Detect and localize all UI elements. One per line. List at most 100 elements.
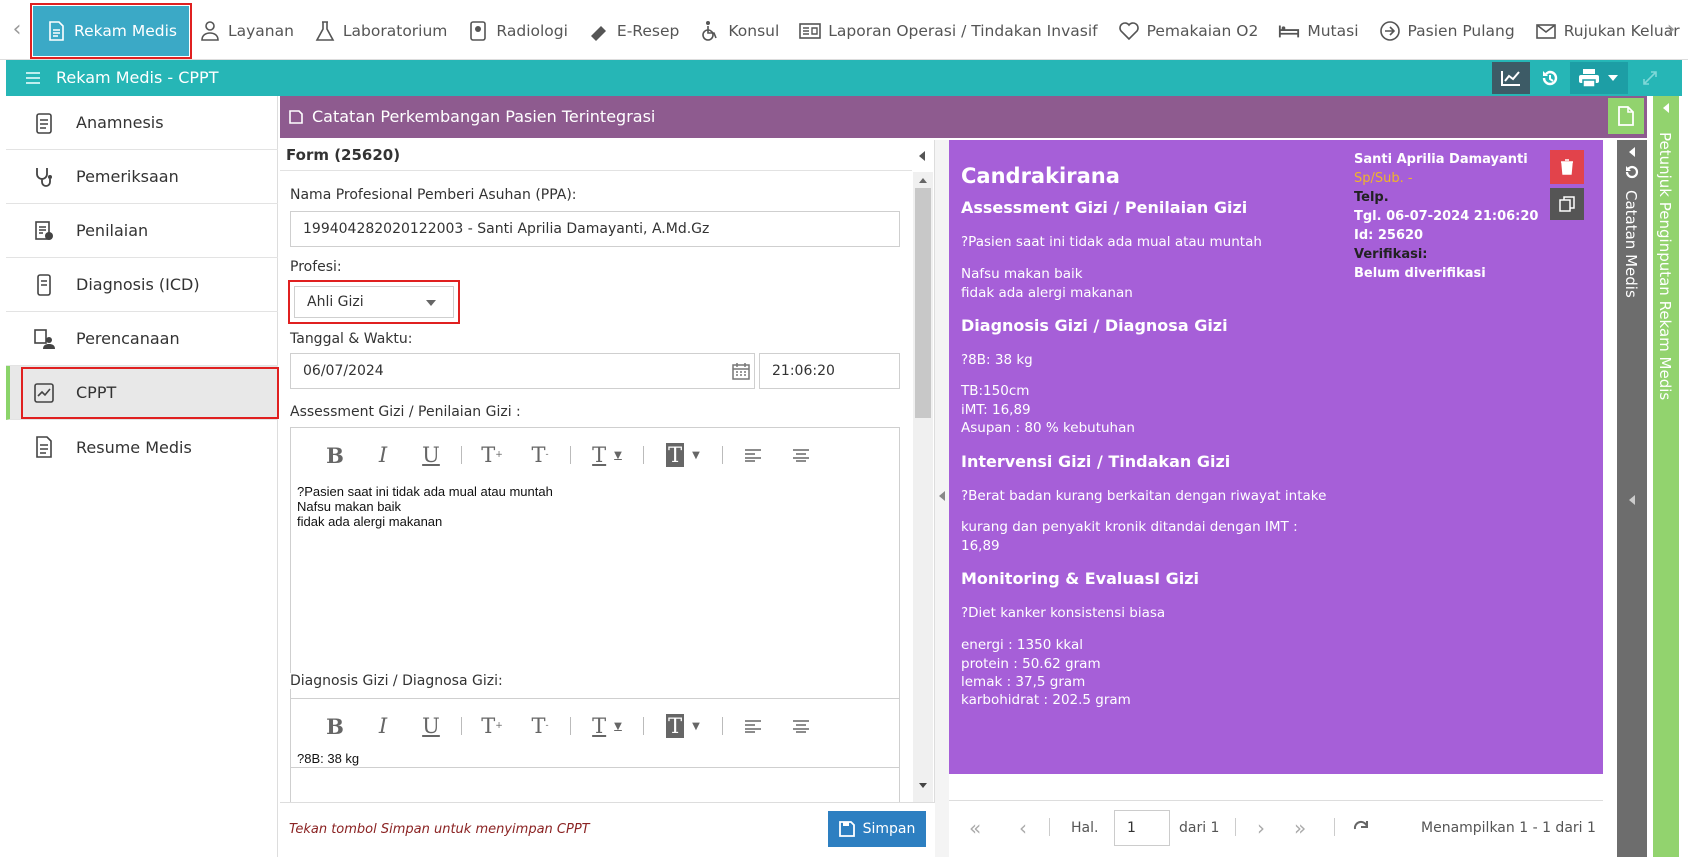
module-title-bar: Rekam Medis - CPPT [6, 60, 1682, 96]
history-icon [1625, 165, 1639, 179]
sidebar-item-penilaian[interactable]: Penilaian [6, 204, 278, 258]
section-title: Monitoring & EvaluasI Gizi [961, 569, 1200, 588]
panel-splitter[interactable] [935, 140, 949, 857]
copy-button[interactable] [1550, 188, 1584, 220]
catatan-medis-label: Catatan Medis [1622, 190, 1640, 298]
save-button[interactable]: Simpan [828, 811, 926, 847]
font-color-icon[interactable]: T ▼ [577, 713, 637, 739]
scrollbar-thumb[interactable] [915, 188, 931, 418]
section-line: 16,89 [961, 538, 1000, 554]
stethoscope-icon [36, 167, 52, 187]
nav-laporan-operasi[interactable]: Laporan Operasi / Tindakan Invasif [789, 6, 1107, 56]
form-scrollbar[interactable] [913, 172, 933, 812]
petunjuk-panel[interactable]: Petunjuk Penginputan Rekam Medis [1653, 96, 1679, 857]
nav-rekam-medis[interactable]: Rekam Medis [30, 3, 192, 59]
nav-layanan[interactable]: Layanan [189, 6, 304, 56]
italic-icon[interactable]: I [359, 713, 407, 739]
cppt-preview: Candrakirana Santi Aprilia Damayanti Sp/… [949, 140, 1603, 774]
specialty: Sp/Sub. - [1354, 171, 1413, 186]
background-color-icon[interactable]: T ▼ [650, 713, 716, 739]
subscript-icon[interactable]: T- [516, 713, 564, 739]
date-input[interactable]: 06/07/2024 [290, 353, 755, 389]
new-document-button[interactable] [1608, 98, 1644, 134]
chevron-down-icon [426, 300, 436, 306]
heart-icon [1118, 20, 1140, 42]
nav-radiologi[interactable]: Radiologi [457, 6, 578, 56]
page-input[interactable]: 1 [1114, 810, 1170, 846]
cppt-title: Catatan Perkembangan Pasien Terintegrasi [312, 107, 656, 126]
sidebar-item-cppt[interactable]: CPPT [6, 366, 279, 420]
bed-icon [1278, 20, 1300, 42]
form-footer: Tekan tombol Simpan untuk menyimpan CPPT… [280, 802, 935, 857]
scroll-right-icon[interactable]: › [1662, 14, 1680, 44]
italic-icon[interactable]: I [359, 442, 407, 468]
toolbar-separator [461, 717, 462, 735]
nav-pemakaian-o2[interactable]: Pemakaian O2 [1108, 6, 1269, 56]
scroll-left-icon[interactable]: ‹ [8, 14, 26, 44]
cppt-icon [34, 382, 54, 403]
background-color-icon[interactable]: T ▼ [650, 442, 716, 468]
nav-pasien-pulang[interactable]: Pasien Pulang [1369, 6, 1525, 56]
editor-toolbar: B I U T + T- T ▼ T ▼ [311, 442, 825, 468]
line-chart-icon [1501, 71, 1520, 86]
trash-icon [1561, 159, 1573, 175]
underline-icon[interactable]: U [407, 713, 455, 739]
sidebar-item-anamnesis[interactable]: Anamnesis [6, 96, 278, 150]
first-page-icon[interactable]: « [969, 816, 981, 840]
align-left-icon[interactable] [729, 713, 777, 739]
last-page-icon[interactable]: » [1294, 816, 1306, 840]
expand-button[interactable] [1634, 62, 1666, 94]
diagnosis-editor[interactable]: B I U T+ T- T▼ T▼ ?8B: 38 kg TB:150cm [290, 698, 900, 768]
profesi-select[interactable]: Ahli Gizi [294, 286, 454, 318]
scroll-up-icon[interactable] [918, 176, 928, 184]
print-button[interactable] [1570, 62, 1628, 94]
ppa-field[interactable]: 199404282020122003 - Santi Aprilia Damay… [290, 211, 900, 247]
font-color-icon[interactable]: T ▼ [577, 442, 637, 468]
nav-e-resep[interactable]: E-Resep [578, 6, 689, 56]
catatan-medis-panel[interactable]: Catatan Medis [1617, 140, 1647, 857]
history-button[interactable] [1534, 62, 1566, 94]
menu-icon[interactable] [24, 69, 42, 87]
collapse-left-icon[interactable] [1628, 494, 1636, 506]
superscript-icon[interactable]: T + [468, 442, 516, 468]
align-center-icon[interactable] [777, 442, 825, 468]
delete-button[interactable] [1550, 150, 1584, 184]
nav-mutasi[interactable]: Mutasi [1268, 6, 1368, 56]
bold-icon[interactable]: B [311, 713, 359, 739]
sidebar-item-pemeriksaan[interactable]: Pemeriksaan [6, 150, 278, 204]
scroll-down-icon[interactable] [918, 782, 928, 790]
time-input[interactable]: 21:06:20 [759, 353, 900, 389]
collapse-left-icon[interactable] [1661, 102, 1671, 114]
module-title: Rekam Medis - CPPT [56, 68, 219, 87]
highlight-frame [21, 367, 279, 419]
calendar-icon[interactable] [732, 362, 750, 380]
report-icon [799, 20, 822, 42]
align-left-icon[interactable] [729, 442, 777, 468]
save-icon [838, 821, 855, 837]
collapse-left-icon[interactable] [938, 490, 946, 502]
nav-laboratorium[interactable]: Laboratorium [304, 6, 458, 56]
record-id: Id: 25620 [1354, 228, 1424, 243]
editor-toolbar: B I U T + T- T ▼ T ▼ [311, 713, 825, 739]
collapse-left-icon[interactable] [1627, 146, 1637, 158]
bold-icon[interactable]: B [311, 442, 359, 468]
align-center-icon[interactable] [777, 713, 825, 739]
section-line: lemak : 37,5 gram [961, 674, 1086, 690]
sidebar-item-diagnosis[interactable]: Diagnosis (ICD) [6, 258, 278, 312]
divider [1049, 818, 1050, 836]
chevron-down-icon [1608, 75, 1618, 81]
next-page-icon[interactable]: › [1257, 816, 1265, 840]
nav-konsul[interactable]: Konsul [689, 6, 789, 56]
sidebar-item-perencanaan[interactable]: Perencanaan [6, 312, 278, 366]
collapse-left-icon[interactable] [917, 150, 927, 162]
prev-page-icon[interactable]: ‹ [1019, 816, 1027, 840]
mobile-document-icon [37, 273, 51, 296]
superscript-icon[interactable]: T + [468, 713, 516, 739]
sidebar-item-resume-medis[interactable]: Resume Medis [6, 420, 278, 474]
toolbar-separator [722, 717, 723, 735]
section-line: TB:150cm [961, 383, 1030, 399]
underline-icon[interactable]: U [407, 442, 455, 468]
chart-button[interactable] [1492, 62, 1530, 94]
subscript-icon[interactable]: T- [516, 442, 564, 468]
refresh-icon[interactable] [1352, 819, 1370, 837]
